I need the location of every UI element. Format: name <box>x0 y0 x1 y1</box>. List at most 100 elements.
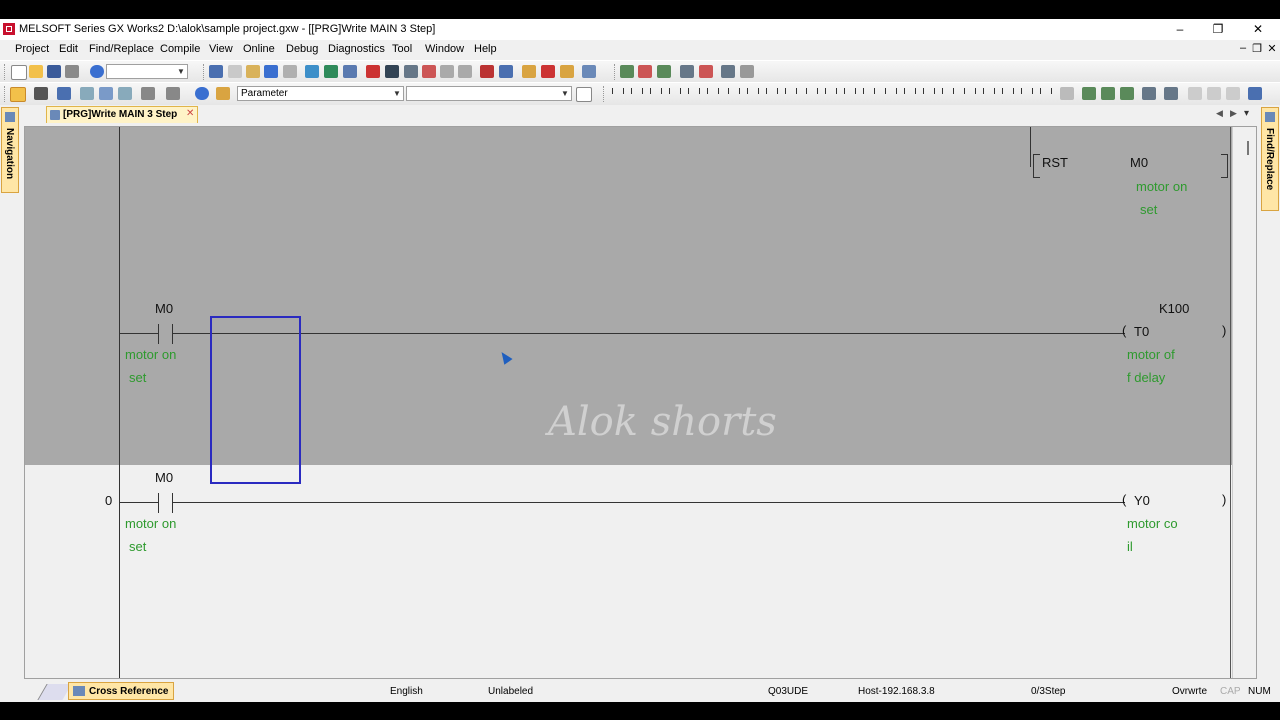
rising-pulse-icon[interactable] <box>804 87 818 101</box>
coil-t0[interactable]: T0 <box>1134 324 1149 339</box>
tab-prg-write-main[interactable]: [PRG]Write MAIN 3 Step ✕ <box>46 106 198 123</box>
rst-device[interactable]: M0 <box>1130 155 1148 170</box>
menu-debug[interactable]: Debug <box>286 43 318 55</box>
parallel-close-contact-icon[interactable] <box>667 87 681 101</box>
simulation-start-icon[interactable] <box>560 65 574 78</box>
monitor-mode-icon[interactable] <box>1120 87 1134 100</box>
device-batch-icon[interactable] <box>480 65 494 78</box>
search-instruction-icon[interactable] <box>324 65 338 78</box>
parameter-icon[interactable] <box>57 87 71 100</box>
mdi-close-button[interactable]: ✕ <box>1266 42 1278 55</box>
parallel-open-contact-icon[interactable] <box>629 87 643 101</box>
monitor-icon[interactable] <box>422 65 436 78</box>
tab-scroll-left-icon[interactable]: ◀ <box>1216 108 1223 119</box>
copy-icon[interactable] <box>228 65 242 78</box>
toolbar-combo-1[interactable]: ▼ <box>106 64 188 79</box>
convert-icon[interactable] <box>1142 87 1156 100</box>
memory-icon[interactable] <box>34 87 48 100</box>
parameter-combo[interactable]: Parameter ▼ <box>237 86 404 101</box>
open-project-icon[interactable] <box>29 65 43 78</box>
menu-help[interactable]: Help <box>474 43 497 55</box>
restore-button[interactable]: ❐ <box>1198 19 1238 40</box>
application-instruction-icon[interactable] <box>705 87 719 101</box>
line-input-icon[interactable] <box>1019 87 1033 101</box>
menu-view[interactable]: View <box>209 43 233 55</box>
more-tools-icon[interactable] <box>1248 87 1262 100</box>
vertical-scrollbar[interactable] <box>1232 127 1256 678</box>
monitor-write-icon[interactable] <box>458 65 472 78</box>
minimize-button[interactable]: – <box>1160 19 1200 40</box>
read-mode-icon[interactable] <box>1082 87 1096 100</box>
redo-icon[interactable] <box>283 65 297 78</box>
mdi-minimize-button[interactable]: – <box>1237 42 1249 54</box>
label-icon[interactable] <box>118 87 132 100</box>
info-icon[interactable] <box>195 87 209 100</box>
toolbar-combo-3[interactable]: ▼ <box>406 86 572 101</box>
falling-pulse-close-icon[interactable] <box>902 87 916 101</box>
ladder-editor[interactable]: RST M0 motor on set M0 motor on set K100… <box>24 126 1257 679</box>
help-icon[interactable] <box>90 65 104 78</box>
document-icon[interactable] <box>576 87 592 102</box>
function-block-icon[interactable] <box>216 87 230 100</box>
line-delete-icon[interactable] <box>1038 87 1052 101</box>
coil-y0[interactable]: Y0 <box>1134 493 1150 508</box>
compile-icon[interactable] <box>721 65 735 78</box>
project-view-icon[interactable] <box>10 87 26 102</box>
menu-window[interactable]: Window <box>425 43 464 55</box>
tool-options-icon[interactable] <box>166 87 180 100</box>
rst-instruction[interactable]: RST <box>1042 155 1068 170</box>
diagnostics-icon[interactable] <box>541 65 555 78</box>
contact-m0[interactable] <box>158 493 173 513</box>
output-tab-corner[interactable] <box>37 684 72 700</box>
close-icon[interactable]: ✕ <box>186 108 194 119</box>
menu-edit[interactable]: Edit <box>59 43 78 55</box>
display-mode-icon[interactable] <box>141 87 155 100</box>
coil-icon[interactable] <box>686 87 700 101</box>
print-icon[interactable] <box>65 65 79 78</box>
sampling-trace-icon[interactable] <box>522 65 536 78</box>
operation-result-rising-icon[interactable] <box>962 87 976 101</box>
undo-icon[interactable] <box>264 65 278 78</box>
navigation-side-tab[interactable]: Navigation <box>1 107 19 193</box>
menu-online[interactable]: Online <box>243 43 275 55</box>
scrollbar-thumb[interactable] <box>1247 141 1249 155</box>
parallel-rising-pulse-icon[interactable] <box>842 87 856 101</box>
invert-icon[interactable] <box>1000 87 1014 101</box>
read-from-plc-icon[interactable] <box>385 65 399 78</box>
verify-icon[interactable] <box>404 65 418 78</box>
window-icon[interactable] <box>582 65 596 78</box>
ladder-cursor[interactable] <box>210 316 301 484</box>
zoom-icon[interactable] <box>680 65 694 78</box>
parallel-falling-pulse-icon[interactable] <box>861 87 875 101</box>
replace-icon[interactable] <box>343 65 357 78</box>
menu-compile[interactable]: Compile <box>160 43 200 55</box>
vertical-line-icon[interactable] <box>745 87 759 101</box>
inline-structure-icon[interactable] <box>1060 87 1074 100</box>
menu-find-replace[interactable]: Find/Replace <box>89 43 154 55</box>
find-replace-side-tab[interactable]: Find/Replace <box>1261 107 1279 211</box>
falling-pulse-icon[interactable] <box>823 87 837 101</box>
delete-vertical-line-icon[interactable] <box>783 87 797 101</box>
write-mode-icon[interactable] <box>1101 87 1115 100</box>
write-to-plc-icon[interactable] <box>366 65 380 78</box>
convert-all-icon[interactable] <box>1164 87 1178 100</box>
cut-icon[interactable] <box>209 65 223 78</box>
delete-horizontal-line-icon[interactable] <box>764 87 778 101</box>
device-test-icon[interactable] <box>499 65 513 78</box>
new-project-icon[interactable] <box>11 65 27 80</box>
close-button[interactable]: ✕ <box>1238 19 1278 40</box>
horizontal-line-icon[interactable] <box>726 87 740 101</box>
parallel-falling-close-icon[interactable] <box>940 87 954 101</box>
device-memory-icon[interactable] <box>99 87 113 100</box>
close-contact-icon[interactable] <box>648 87 662 101</box>
program-icon[interactable] <box>620 65 634 78</box>
rebuild-icon[interactable] <box>740 65 754 78</box>
save-project-icon[interactable] <box>47 65 61 78</box>
tab-cross-reference[interactable]: Cross Reference <box>68 682 174 700</box>
menu-tool[interactable]: Tool <box>392 43 412 55</box>
mdi-restore-button[interactable]: ❐ <box>1251 42 1263 55</box>
device-comment-icon[interactable] <box>80 87 94 100</box>
refresh-icon[interactable] <box>699 65 713 78</box>
parallel-rising-close-icon[interactable] <box>921 87 935 101</box>
jump-icon[interactable] <box>657 65 671 78</box>
